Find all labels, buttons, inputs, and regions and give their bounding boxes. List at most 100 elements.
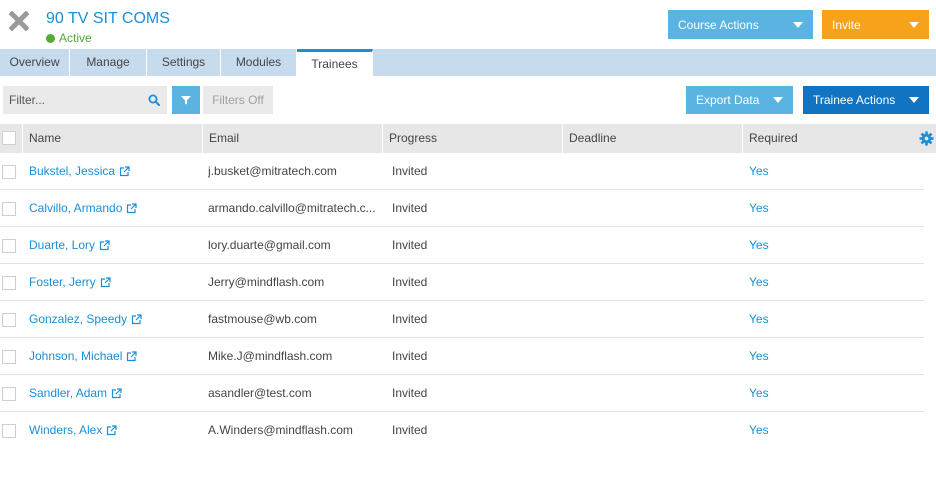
filter-field <box>3 86 167 114</box>
trainee-name-link[interactable]: Duarte, Lory <box>29 227 199 263</box>
external-link-icon <box>107 424 117 435</box>
trainee-email: Jerry@mindflash.com <box>208 275 325 289</box>
trainee-progress: Invited <box>392 312 428 326</box>
trainee-name: Bukstel, Jessica <box>29 164 116 178</box>
external-link-icon <box>119 165 130 176</box>
trainee-required: Yes <box>749 423 769 437</box>
row-checkbox[interactable] <box>2 239 16 253</box>
trainee-progress: Invited <box>392 275 428 289</box>
row-checkbox[interactable] <box>2 202 16 216</box>
trainee-progress: Invited <box>392 238 428 252</box>
tab-overview[interactable]: Overview <box>0 49 70 76</box>
trainee-required: Yes <box>749 238 769 252</box>
table-row: Gonzalez, Speedy fastmouse@wb.com Invite… <box>0 301 924 338</box>
course-actions-label: Course Actions <box>678 17 759 32</box>
trainee-name-link[interactable]: Winders, Alex <box>29 412 199 448</box>
trainee-email: A.Winders@mindflash.com <box>208 423 353 437</box>
export-data-button[interactable]: Export Data <box>686 86 793 114</box>
filters-state-label: Filters Off <box>203 86 273 114</box>
column-header-required[interactable]: Required <box>742 124 912 153</box>
trainee-email: lory.duarte@gmail.com <box>208 238 331 252</box>
tab-bar: Overview Manage Settings Modules Trainee… <box>0 49 936 76</box>
trainee-name-link[interactable]: Sandler, Adam <box>29 375 199 411</box>
trainee-email: j.busket@mitratech.com <box>208 164 337 178</box>
trainee-actions-button[interactable]: Trainee Actions <box>803 86 929 114</box>
table-row: Sandler, Adam asandler@test.com Invited … <box>0 375 924 412</box>
row-checkbox[interactable] <box>2 387 16 401</box>
table-header: Name Email Progress Deadline Required <box>0 124 936 153</box>
tab-modules[interactable]: Modules <box>221 49 297 76</box>
trainee-email: Mike.J@mindflash.com <box>208 349 333 363</box>
course-actions-button[interactable]: Course Actions <box>668 10 813 39</box>
status-label: Active <box>59 31 92 45</box>
trainee-name: Calvillo, Armando <box>29 201 123 215</box>
tab-trainees[interactable]: Trainees <box>297 49 373 76</box>
table-row: Bukstel, Jessica j.busket@mitratech.com … <box>0 153 924 190</box>
status-dot-icon <box>46 33 55 43</box>
row-checkbox[interactable] <box>2 165 16 179</box>
trainee-name: Duarte, Lory <box>29 238 96 252</box>
filter-toggle-button[interactable] <box>172 86 200 114</box>
trainee-name: Winders, Alex <box>29 423 103 437</box>
table-row: Calvillo, Armando armando.calvillo@mitra… <box>0 190 924 227</box>
trainee-required: Yes <box>749 386 769 400</box>
trainee-name: Gonzalez, Speedy <box>29 312 128 326</box>
trainee-email: fastmouse@wb.com <box>208 312 317 326</box>
trainee-name-link[interactable]: Foster, Jerry <box>29 264 199 300</box>
trainee-email: armando.calvillo@mitratech.c... <box>208 201 376 215</box>
external-link-icon <box>127 350 137 361</box>
table-row: Foster, Jerry Jerry@mindflash.com Invite… <box>0 264 924 301</box>
row-checkbox[interactable] <box>2 424 16 438</box>
trainee-required: Yes <box>749 164 769 178</box>
external-link-icon <box>111 387 122 398</box>
trainee-name-link[interactable]: Bukstel, Jessica <box>29 153 199 189</box>
trainee-actions-label: Trainee Actions <box>813 93 896 107</box>
external-link-icon <box>100 276 111 287</box>
trainee-name-link[interactable]: Gonzalez, Speedy <box>29 301 199 337</box>
column-header-deadline[interactable]: Deadline <box>562 124 742 153</box>
tab-manage[interactable]: Manage <box>70 49 147 76</box>
external-link-icon <box>127 202 137 213</box>
column-header-email[interactable]: Email <box>202 124 382 153</box>
status-badge: Active <box>46 31 92 45</box>
funnel-icon <box>181 96 191 105</box>
trainee-name-link[interactable]: Johnson, Michael <box>29 338 199 374</box>
trainee-progress: Invited <box>392 386 428 400</box>
trainee-name-link[interactable]: Calvillo, Armando <box>29 190 199 226</box>
trainee-required: Yes <box>749 312 769 326</box>
chevron-down-icon <box>773 97 783 103</box>
chevron-down-icon <box>793 21 803 28</box>
table-row: Winders, Alex A.Winders@mindflash.com In… <box>0 412 924 449</box>
column-header-progress[interactable]: Progress <box>382 124 562 153</box>
trainee-name: Sandler, Adam <box>29 386 108 400</box>
select-all-checkbox[interactable] <box>2 131 16 145</box>
trainee-name: Johnson, Michael <box>29 349 123 363</box>
trainee-required: Yes <box>749 349 769 363</box>
table-row: Johnson, Michael Mike.J@mindflash.com In… <box>0 338 924 375</box>
gear-icon[interactable] <box>919 131 934 146</box>
chevron-down-icon <box>909 21 919 28</box>
trainee-progress: Invited <box>392 164 428 178</box>
course-title: 90 TV SIT COMS <box>46 10 170 27</box>
trainee-required: Yes <box>749 275 769 289</box>
trainee-required: Yes <box>749 201 769 215</box>
external-link-icon <box>99 239 110 250</box>
trainee-progress: Invited <box>392 423 428 437</box>
table-row: Duarte, Lory lory.duarte@gmail.com Invit… <box>0 227 924 264</box>
column-header-name[interactable]: Name <box>22 124 202 153</box>
chevron-down-icon <box>909 97 919 103</box>
external-link-icon <box>131 313 142 324</box>
search-icon[interactable] <box>148 94 160 106</box>
trainee-progress: Invited <box>392 201 428 215</box>
tab-settings[interactable]: Settings <box>147 49 221 76</box>
close-icon[interactable] <box>9 11 29 31</box>
row-checkbox[interactable] <box>2 276 16 290</box>
invite-label: Invite <box>832 17 861 32</box>
row-checkbox[interactable] <box>2 350 16 364</box>
filter-input[interactable] <box>9 93 139 107</box>
export-data-label: Export Data <box>696 93 760 107</box>
trainee-name: Foster, Jerry <box>29 275 96 289</box>
row-checkbox[interactable] <box>2 313 16 327</box>
trainee-email: asandler@test.com <box>208 386 312 400</box>
invite-button[interactable]: Invite <box>822 10 929 39</box>
